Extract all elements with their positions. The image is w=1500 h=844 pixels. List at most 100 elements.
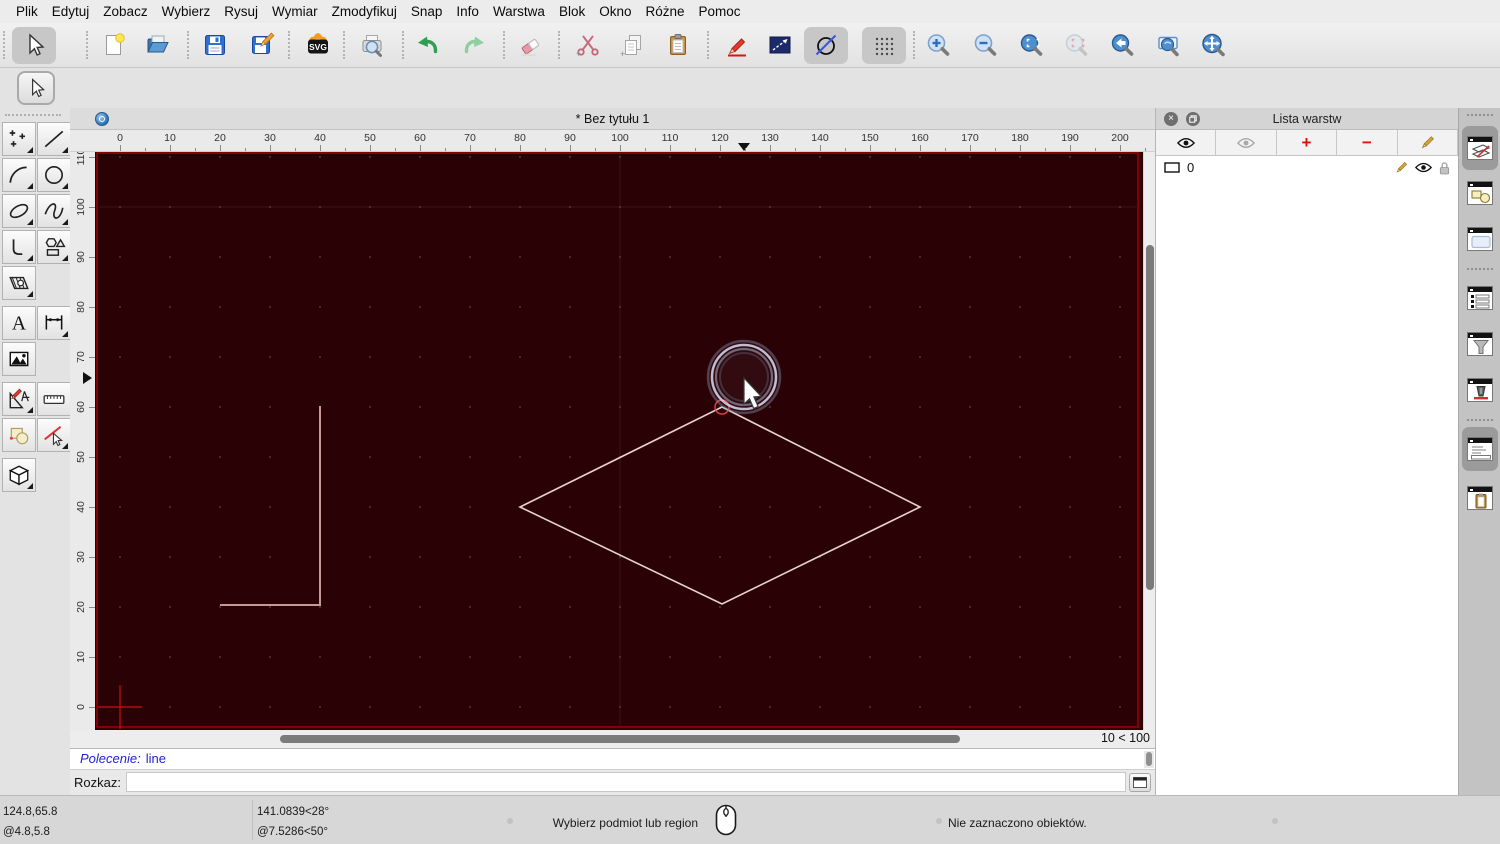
menu-edytuj[interactable]: Edytuj: [47, 4, 95, 19]
save-as-button[interactable]: [247, 30, 277, 60]
select-button[interactable]: [19, 30, 49, 60]
measure-tool-button[interactable]: [37, 382, 71, 416]
v-ruler-label: 90: [75, 251, 87, 263]
hide-all-layers-button[interactable]: [1216, 130, 1277, 156]
layer-row[interactable]: 0: [1156, 156, 1458, 179]
zoom-in-button[interactable]: [923, 30, 953, 60]
command-widget-button[interactable]: [1129, 773, 1151, 792]
command-window-icon: [1467, 437, 1493, 461]
menu-wybierz[interactable]: Wybierz: [157, 4, 216, 19]
command-input[interactable]: [126, 772, 1126, 792]
info-order-tool-button[interactable]: [2, 418, 36, 452]
remove-layer-button[interactable]: −: [1337, 130, 1398, 156]
menu-pomoc[interactable]: Pomoc: [694, 4, 746, 19]
dimension-tool-button[interactable]: [37, 306, 71, 340]
zoom-window-button[interactable]: [1153, 30, 1183, 60]
save-floppy-icon: [205, 35, 225, 55]
h-ruler-tick: [970, 145, 971, 151]
print-preview-button[interactable]: [357, 30, 387, 60]
dock-layer-list-button[interactable]: [1462, 126, 1498, 170]
command-prompt-row: Rozkaz:: [70, 770, 1155, 795]
svg-text:SVG: SVG: [309, 42, 327, 52]
edit-layer-button[interactable]: [1397, 130, 1458, 156]
mouse-icon: [715, 804, 737, 836]
command-history-scrollbar[interactable]: [1144, 751, 1154, 768]
h-ruler-label: 10: [164, 132, 176, 144]
dock-entity-list-button[interactable]: [1462, 276, 1498, 320]
draft-mode-button[interactable]: [811, 30, 841, 60]
horizontal-scrollbar-thumb[interactable]: [280, 735, 960, 743]
paste-button[interactable]: [663, 30, 693, 60]
menu-rozne[interactable]: Różne: [641, 4, 690, 19]
polyline-tool-button[interactable]: [2, 230, 36, 264]
menu-zmodyfikuj[interactable]: Zmodyfikuj: [327, 4, 402, 19]
line-tool-button[interactable]: [37, 122, 71, 156]
h-ruler-label: 140: [811, 132, 829, 144]
zoom-out-button[interactable]: [970, 30, 1000, 60]
menu-snap[interactable]: Snap: [406, 4, 448, 19]
new-document-button[interactable]: [99, 30, 129, 60]
save-button[interactable]: [200, 30, 230, 60]
minus-icon: −: [1361, 133, 1372, 152]
dock-command-widget-button[interactable]: [1462, 427, 1498, 471]
solid-3d-tool-button[interactable]: [2, 458, 36, 492]
layer-visibility-eye-icon[interactable]: [1415, 162, 1432, 173]
drawn-diamond[interactable]: [518, 406, 922, 605]
undo-button[interactable]: [412, 30, 442, 60]
palette-drag-handle[interactable]: [5, 114, 61, 116]
points-tool-button[interactable]: [2, 122, 36, 156]
drawn-polyline[interactable]: [220, 406, 321, 606]
redo-button[interactable]: [460, 30, 490, 60]
menu-info[interactable]: Info: [451, 4, 484, 19]
menu-zobacz[interactable]: Zobacz: [98, 4, 152, 19]
show-all-layers-button[interactable]: [1156, 130, 1217, 156]
zoom-selection-button[interactable]: [1061, 30, 1091, 60]
grid-toggle-button[interactable]: [869, 30, 899, 60]
open-file-button[interactable]: [143, 30, 173, 60]
menu-rysuj[interactable]: Rysuj: [219, 4, 263, 19]
drawing-canvas[interactable]: [95, 152, 1143, 730]
eraser-button[interactable]: [515, 30, 545, 60]
dock-clipboard-button[interactable]: [1462, 476, 1498, 520]
copy-button[interactable]: +: [617, 30, 647, 60]
pen-attributes-button[interactable]: [722, 30, 752, 60]
menu-plik[interactable]: Plik: [11, 4, 43, 19]
image-tool-button[interactable]: [2, 342, 36, 376]
dock-library-browser-button[interactable]: [1462, 217, 1498, 261]
modify-tool-button[interactable]: [2, 382, 36, 416]
text-tool-button[interactable]: A: [2, 306, 36, 340]
dock-pen-palette-button[interactable]: [1462, 368, 1498, 412]
document-tab-bar: * Bez tytułu 1: [70, 108, 1155, 130]
menu-wymiar[interactable]: Wymiar: [267, 4, 323, 19]
vertical-scrollbar-thumb[interactable]: [1146, 245, 1154, 590]
line-attributes-button[interactable]: [765, 30, 795, 60]
svg-export-button[interactable]: SVG: [303, 30, 333, 60]
zoom-auto-button[interactable]: [1016, 30, 1046, 60]
menu-warstwa[interactable]: Warstwa: [488, 4, 550, 19]
grid-status-label: 10 < 100: [1100, 731, 1150, 745]
zoom-previous-button[interactable]: [1107, 30, 1137, 60]
ellipse-tool-button[interactable]: [2, 194, 36, 228]
dock-drag-handle[interactable]: [1467, 114, 1493, 116]
horizontal-scrollbar[interactable]: 10 < 100: [70, 730, 1155, 748]
cut-button[interactable]: +: [573, 30, 603, 60]
v-ruler-label: 70: [75, 351, 87, 363]
image-icon: [9, 351, 29, 367]
spline-tool-button[interactable]: [37, 194, 71, 228]
arc-tool-button[interactable]: [2, 158, 36, 192]
shapes-tool-button[interactable]: [37, 230, 71, 264]
plus-icon: +: [1301, 133, 1312, 152]
layer-lock-icon[interactable]: [1439, 161, 1450, 175]
circle-tool-button[interactable]: [37, 158, 71, 192]
hatch-tool-button[interactable]: [2, 266, 36, 300]
menu-blok[interactable]: Blok: [554, 4, 590, 19]
add-layer-button[interactable]: +: [1276, 130, 1338, 156]
vertical-scrollbar[interactable]: [1143, 152, 1155, 730]
current-tool-select-button[interactable]: [17, 71, 55, 105]
menu-okno[interactable]: Okno: [594, 4, 636, 19]
layer-edit-pencil-icon[interactable]: [1394, 161, 1408, 175]
zoom-pan-button[interactable]: [1198, 30, 1228, 60]
deselect-tool-button[interactable]: [37, 418, 71, 452]
dock-selection-filter-button[interactable]: [1462, 322, 1498, 366]
dock-block-list-button[interactable]: [1462, 171, 1498, 215]
